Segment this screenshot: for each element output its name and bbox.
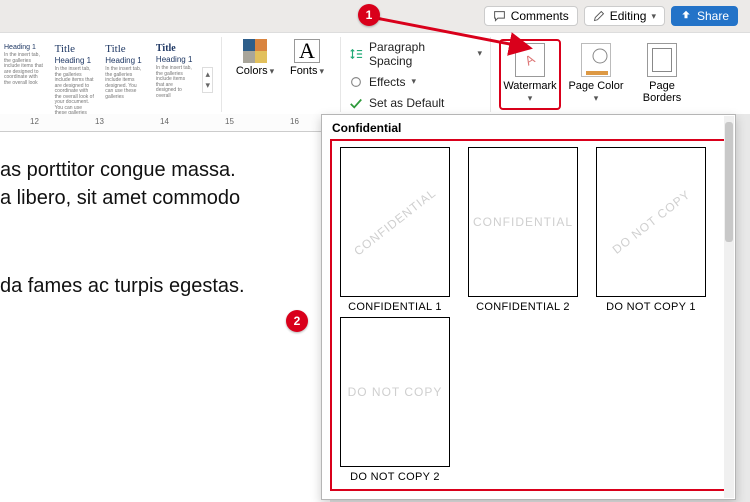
chevron-down-icon: ▾ xyxy=(319,66,324,76)
fonts-icon: A xyxy=(294,39,320,63)
callout-badge-2: 2 xyxy=(286,310,308,332)
set-default-button[interactable]: Set as Default xyxy=(345,95,486,111)
check-icon xyxy=(349,96,363,110)
watermark-label: CONFIDENTIAL 2 xyxy=(476,301,570,313)
page-borders-icon xyxy=(647,43,677,77)
chevron-down-icon: ▾ xyxy=(205,81,210,90)
watermark-label: DO NOT COPY 1 xyxy=(606,301,696,313)
fonts-button[interactable]: A Fonts▾ xyxy=(282,39,332,77)
style-preset[interactable]: Title Heading 1 In the insert tab, the g… xyxy=(55,43,96,117)
effects-icon xyxy=(349,75,363,89)
chevron-down-icon: ▾ xyxy=(594,93,599,103)
pencil-icon xyxy=(593,10,605,22)
chevron-up-icon: ▴ xyxy=(205,70,210,79)
gallery-scrollbar[interactable] xyxy=(724,116,734,498)
style-preset[interactable]: Heading 1 In the insert tab, the galleri… xyxy=(4,43,45,86)
share-button[interactable]: Share xyxy=(671,6,738,26)
watermark-option-do-not-copy-2[interactable]: DO NOT COPY xyxy=(340,317,450,467)
doc-text: as porttitor congue massa. xyxy=(0,159,236,181)
style-preset[interactable]: Title Heading 1 In the insert tab, the g… xyxy=(105,43,146,100)
document-body[interactable]: as porttitor congue massa. a libero, sit… xyxy=(0,132,330,502)
chevron-down-icon: ▾ xyxy=(651,11,656,22)
styles-group: Heading 1 In the insert tab, the galleri… xyxy=(0,37,222,112)
colors-fonts-group: Colors▾ A Fonts▾ xyxy=(222,37,341,112)
watermark-option-do-not-copy-1[interactable]: DO NOT COPY xyxy=(596,147,706,297)
gallery-inner: CONFIDENTIAL CONFIDENTIAL 1 CONFIDENTIAL… xyxy=(330,139,727,491)
doc-text: a libero, sit amet commodo xyxy=(0,187,240,209)
watermark-option-confidential-2[interactable]: CONFIDENTIAL xyxy=(468,147,578,297)
watermark-gallery-panel: Confidential CONFIDENTIAL CONFIDENTIAL 1… xyxy=(321,114,736,500)
share-label: Share xyxy=(697,9,729,23)
page-borders-button[interactable]: Page Borders xyxy=(631,39,693,110)
style-preset[interactable]: Title Heading 1 In the insert tab, the g… xyxy=(156,43,193,99)
chevron-down-icon: ▾ xyxy=(270,66,275,76)
watermark-label: CONFIDENTIAL 1 xyxy=(348,301,442,313)
watermark-label: DO NOT COPY 2 xyxy=(350,471,440,483)
chevron-down-icon: ▾ xyxy=(411,76,416,87)
watermark-option-confidential-1[interactable]: CONFIDENTIAL xyxy=(340,147,450,297)
share-icon xyxy=(680,10,692,22)
arrow-annotation xyxy=(370,12,550,62)
chevron-down-icon: ▾ xyxy=(528,93,533,103)
page-color-button[interactable]: Page Color ▾ xyxy=(565,39,627,110)
page-color-icon xyxy=(581,43,611,77)
horizontal-ruler[interactable]: 12 13 14 15 16 xyxy=(0,114,330,132)
paragraph-spacing-icon xyxy=(349,47,363,61)
effects-button[interactable]: Effects▾ xyxy=(345,74,486,90)
editing-label: Editing xyxy=(610,9,647,23)
doc-text: da fames ac turpis egestas. xyxy=(0,275,245,297)
callout-badge-1: 1 xyxy=(358,4,380,26)
editing-mode-button[interactable]: Editing ▾ xyxy=(584,6,665,26)
styles-more-button[interactable]: ▴ ▾ xyxy=(202,67,213,93)
colors-button[interactable]: Colors▾ xyxy=(230,39,280,77)
gallery-section-header: Confidential xyxy=(322,115,735,139)
scrollbar-thumb[interactable] xyxy=(725,122,733,242)
colors-icon xyxy=(243,39,267,63)
